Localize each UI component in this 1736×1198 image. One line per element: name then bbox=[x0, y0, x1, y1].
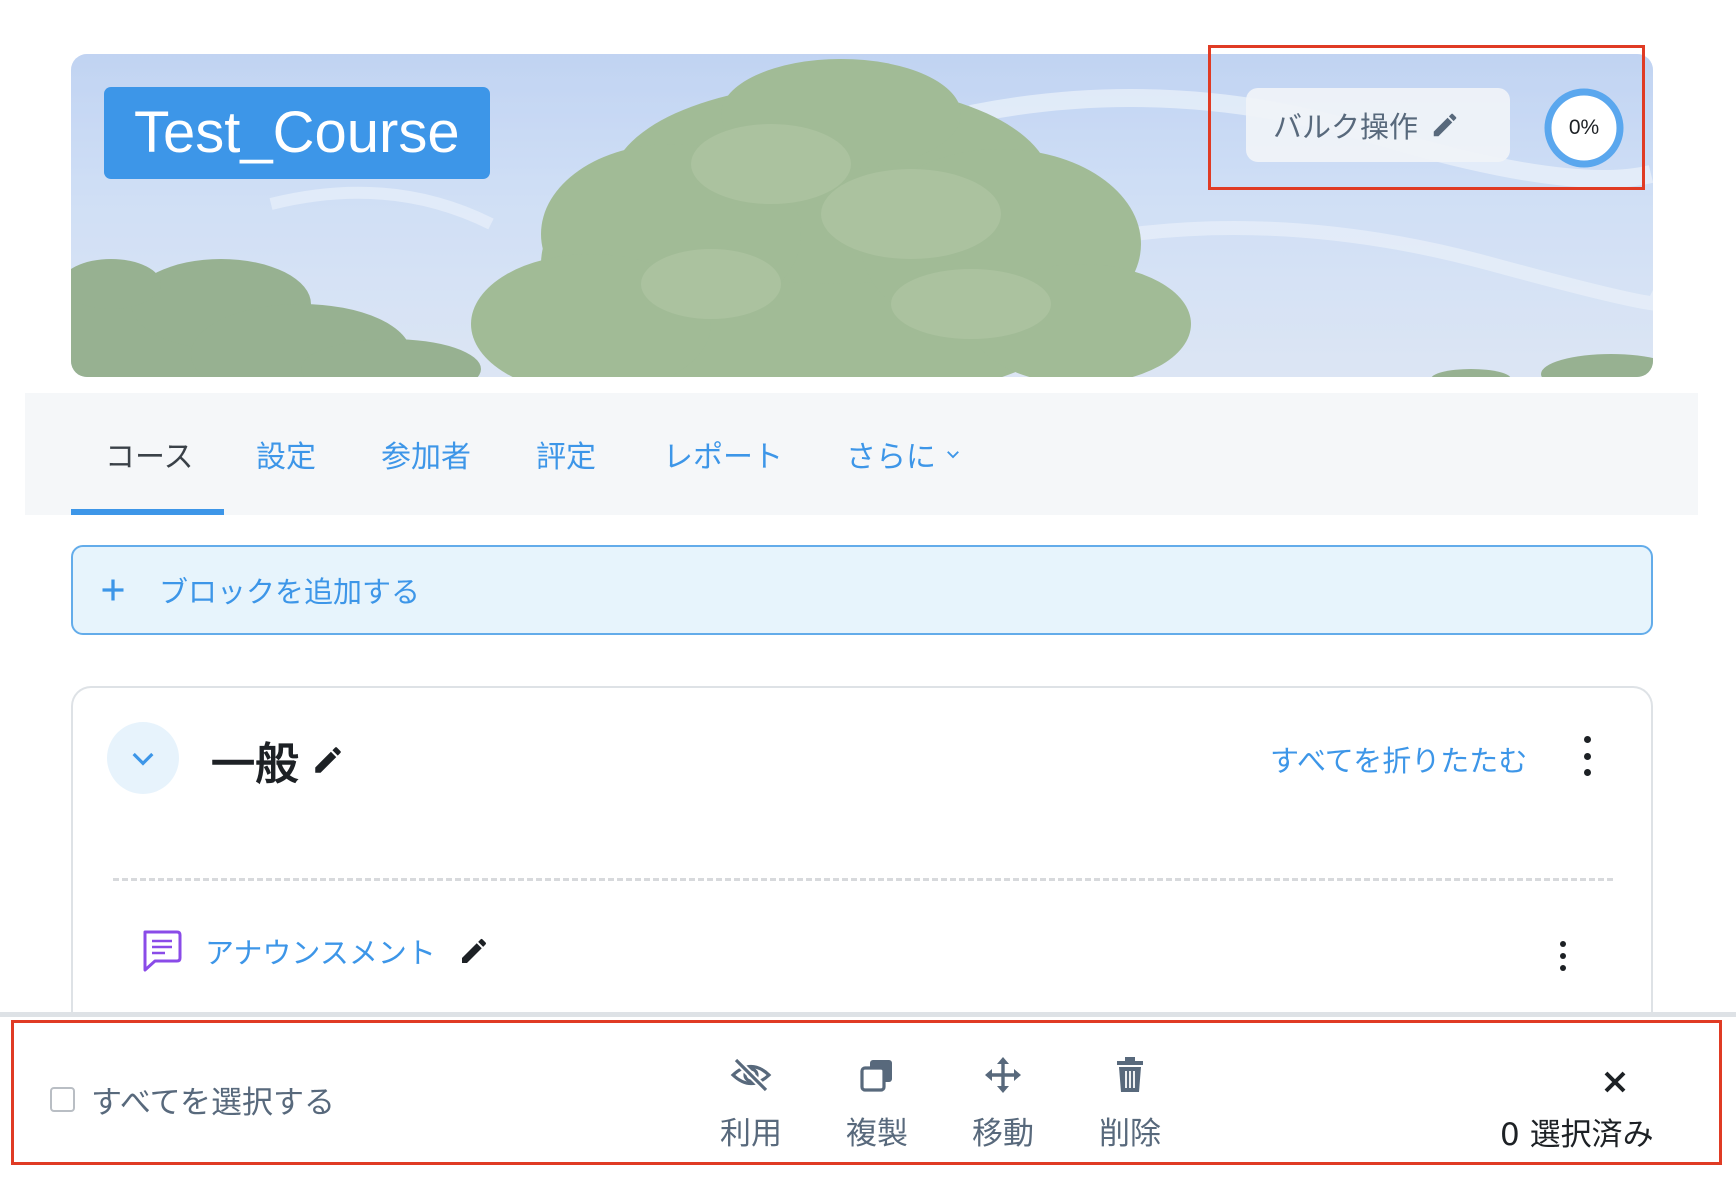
pencil-icon[interactable] bbox=[458, 935, 490, 967]
tab-more[interactable]: さらに bbox=[846, 393, 962, 515]
selected-count: 0 選択済み bbox=[1500, 1117, 1654, 1153]
tab-settings[interactable]: 設定 bbox=[256, 393, 316, 515]
bulk-edit-toolbar: すべてを選択する 利用 複製 移動 削除 0 選択済み bbox=[0, 1012, 1736, 1198]
section-collapse-button[interactable] bbox=[107, 722, 179, 794]
progress-percentage: 0% bbox=[1568, 116, 1600, 139]
chevron-down-icon bbox=[127, 742, 159, 774]
tab-label: 設定 bbox=[256, 440, 316, 475]
activity-kebab-menu-icon[interactable] bbox=[1553, 941, 1573, 971]
section-card-general: 一般 すべてを折りたたむ アナウンスメント bbox=[71, 686, 1653, 1026]
course-progress-ring: 0% bbox=[1542, 86, 1626, 170]
tab-label: さらに bbox=[846, 440, 936, 475]
select-all-label[interactable]: すべてを選択する bbox=[91, 1077, 335, 1122]
tab-course[interactable]: コース bbox=[105, 393, 194, 515]
tab-participants[interactable]: 参加者 bbox=[381, 393, 471, 515]
add-block-button[interactable]: ブロックを追加する bbox=[71, 545, 1653, 635]
plus-icon bbox=[99, 576, 127, 604]
course-header-banner: Test_Course バルク操作 0% bbox=[71, 54, 1653, 377]
duplicate-button[interactable]: 複製 bbox=[822, 1054, 932, 1153]
section-title-text: 一般 bbox=[211, 739, 299, 790]
course-nav-tabs: コース 設定 参加者 評定 レポート さらに bbox=[25, 393, 1698, 515]
activity-item[interactable]: アナウンスメント bbox=[139, 928, 490, 974]
close-icon[interactable] bbox=[1602, 1069, 1628, 1095]
copy-icon bbox=[859, 1054, 895, 1096]
move-icon bbox=[984, 1054, 1022, 1096]
section-title: 一般 bbox=[211, 728, 345, 792]
tab-label: コース bbox=[105, 440, 194, 475]
chevron-down-icon bbox=[944, 445, 962, 463]
duplicate-label: 複製 bbox=[846, 1116, 908, 1152]
tab-label: レポート bbox=[663, 440, 783, 475]
pencil-icon bbox=[1430, 110, 1460, 140]
trash-icon bbox=[1115, 1054, 1145, 1096]
delete-button[interactable]: 削除 bbox=[1075, 1054, 1185, 1153]
course-title: Test_Course bbox=[104, 87, 490, 179]
eye-slash-icon bbox=[730, 1054, 772, 1096]
active-tab-indicator bbox=[71, 509, 224, 515]
activity-name[interactable]: アナウンスメント bbox=[205, 930, 436, 972]
select-all-checkbox[interactable] bbox=[50, 1087, 75, 1112]
delete-label: 削除 bbox=[1099, 1116, 1161, 1152]
bulk-edit-button[interactable]: バルク操作 bbox=[1246, 88, 1510, 162]
availability-label: 利用 bbox=[720, 1116, 782, 1152]
collapse-all-link[interactable]: すべてを折りたたむ bbox=[1270, 738, 1527, 780]
tab-label: 参加者 bbox=[381, 440, 471, 475]
move-button[interactable]: 移動 bbox=[948, 1054, 1058, 1153]
tab-label: 評定 bbox=[536, 440, 596, 475]
forum-icon bbox=[139, 928, 183, 974]
pencil-icon[interactable] bbox=[311, 743, 345, 777]
tab-grades[interactable]: 評定 bbox=[536, 393, 596, 515]
section-kebab-menu-icon[interactable] bbox=[1577, 736, 1597, 776]
availability-button[interactable]: 利用 bbox=[696, 1054, 806, 1153]
add-block-label: ブロックを追加する bbox=[159, 575, 421, 609]
section-divider bbox=[113, 878, 1613, 881]
select-all-control[interactable]: すべてを選択する bbox=[50, 1077, 335, 1122]
move-label: 移動 bbox=[972, 1116, 1034, 1152]
bulk-edit-label: バルク操作 bbox=[1273, 110, 1419, 144]
tab-reports[interactable]: レポート bbox=[663, 393, 783, 515]
